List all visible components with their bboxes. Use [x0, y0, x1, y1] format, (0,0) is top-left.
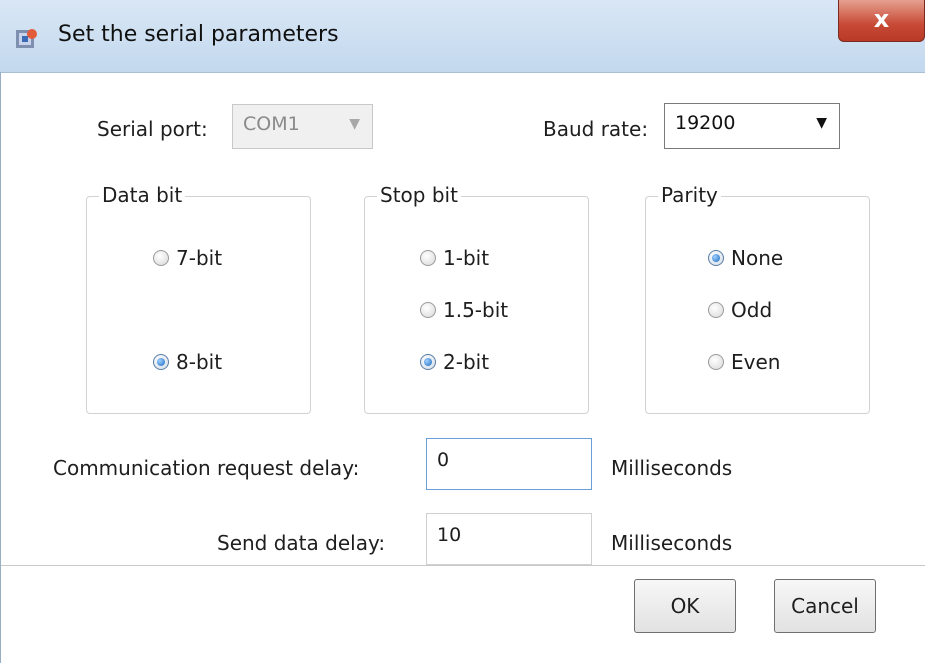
stop-bit-group: Stop bit 1-bit 1.5-bit 2-bit: [364, 183, 589, 414]
radio-7-bit[interactable]: 7-bit: [153, 246, 222, 270]
data-bit-group: Data bit 7-bit 8-bit: [86, 183, 311, 414]
dialog-body: Serial port: COM1 ▼ Baud rate: 19200 ▼ D…: [0, 72, 925, 663]
baud-rate-label: Baud rate:: [543, 117, 649, 141]
serial-port-select[interactable]: COM1 ▼: [232, 104, 373, 149]
stop-bit-title: Stop bit: [377, 183, 461, 207]
comm-delay-label: Communication request delay:: [53, 456, 360, 480]
title-bar: Set the serial parameters x: [0, 0, 925, 73]
close-icon: x: [873, 5, 890, 33]
radio-label: Even: [731, 350, 781, 374]
radio-button[interactable]: [708, 354, 724, 370]
chevron-down-icon: ▼: [816, 115, 827, 131]
comm-delay-unit: Milliseconds: [611, 456, 733, 480]
app-icon: [16, 29, 37, 48]
radio-2-bit[interactable]: 2-bit: [420, 350, 489, 374]
serial-port-label: Serial port:: [97, 117, 208, 141]
radio-8-bit[interactable]: 8-bit: [153, 350, 222, 374]
radio-label: 1.5-bit: [443, 298, 509, 322]
radio-button[interactable]: [420, 250, 436, 266]
comm-delay-input[interactable]: 0: [426, 438, 592, 490]
radio-label: 8-bit: [176, 350, 223, 374]
cancel-button[interactable]: Cancel: [774, 579, 876, 633]
radio-label: 7-bit: [176, 246, 223, 270]
baud-rate-value: 19200: [675, 112, 736, 134]
ok-button[interactable]: OK: [634, 579, 736, 633]
footer-divider: [1, 565, 925, 566]
radio-parity-odd[interactable]: Odd: [708, 298, 772, 322]
send-delay-value: 10: [437, 524, 462, 546]
radio-parity-even[interactable]: Even: [708, 350, 780, 374]
radio-button[interactable]: [153, 250, 169, 266]
window-title: Set the serial parameters: [58, 22, 339, 47]
radio-1-bit[interactable]: 1-bit: [420, 246, 489, 270]
chevron-down-icon: ▼: [349, 116, 360, 132]
parity-title: Parity: [658, 183, 721, 207]
close-button[interactable]: x: [838, 0, 925, 42]
radio-button[interactable]: [708, 250, 724, 266]
radio-label: 1-bit: [443, 246, 490, 270]
radio-button[interactable]: [420, 302, 436, 318]
send-delay-input[interactable]: 10: [426, 513, 592, 565]
data-bit-title: Data bit: [99, 183, 186, 207]
send-delay-unit: Milliseconds: [611, 531, 733, 555]
radio-1-5-bit[interactable]: 1.5-bit: [420, 298, 508, 322]
radio-label: 2-bit: [443, 350, 490, 374]
radio-button[interactable]: [708, 302, 724, 318]
radio-button[interactable]: [153, 354, 169, 370]
radio-label: Odd: [731, 298, 773, 322]
comm-delay-value: 0: [437, 449, 450, 471]
serial-port-value: COM1: [243, 113, 300, 135]
radio-button[interactable]: [420, 354, 436, 370]
baud-rate-select[interactable]: 19200 ▼: [664, 103, 840, 149]
send-delay-label: Send data delay:: [217, 531, 386, 555]
radio-label: None: [731, 246, 784, 270]
radio-parity-none[interactable]: None: [708, 246, 783, 270]
parity-group: Parity None Odd Even: [645, 183, 870, 414]
